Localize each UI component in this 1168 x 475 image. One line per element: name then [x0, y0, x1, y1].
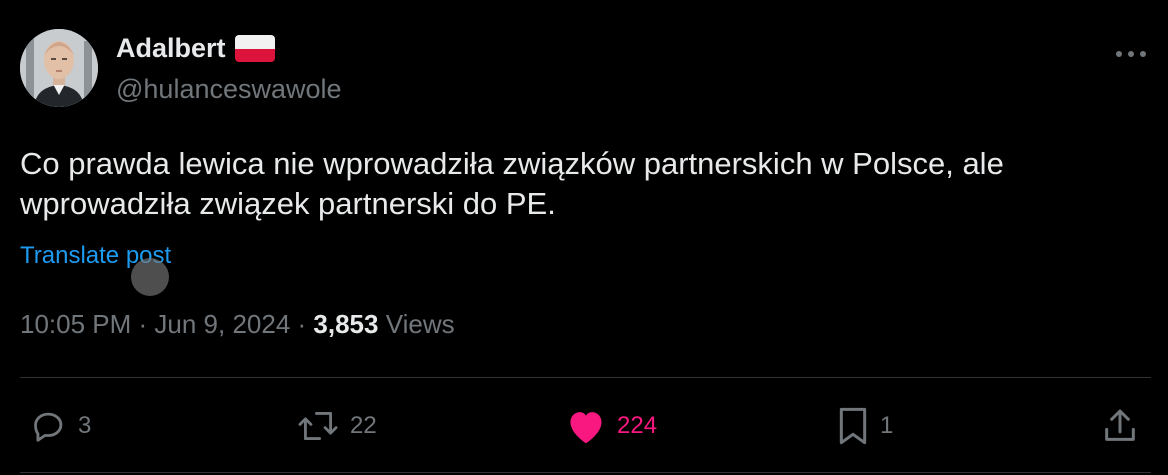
- post-text: Co prawda lewica nie wprowadziła związkó…: [20, 146, 1004, 221]
- post-date[interactable]: Jun 9, 2024: [154, 309, 290, 339]
- divider: [20, 472, 1151, 473]
- bookmark-icon: [836, 406, 870, 446]
- bookmark-count: 1: [880, 412, 894, 439]
- reply-button[interactable]: 3: [30, 400, 91, 452]
- post: Adalbert @hulanceswawole Co prawda lewic…: [0, 0, 1168, 475]
- share-button[interactable]: [1100, 400, 1140, 452]
- like-count: 224: [617, 412, 658, 439]
- author-display-name[interactable]: Adalbert: [116, 33, 226, 64]
- reply-icon: [30, 407, 68, 445]
- post-time[interactable]: 10:05 PM: [20, 309, 131, 339]
- post-meta: 10:05 PM · Jun 9, 2024 · 3,853 Views: [20, 309, 455, 340]
- like-button[interactable]: 224: [565, 400, 657, 452]
- poland-flag-icon: [234, 35, 275, 62]
- author-name[interactable]: Adalbert: [116, 33, 275, 64]
- reply-count: 3: [78, 412, 92, 439]
- bookmark-button[interactable]: 1: [836, 400, 893, 452]
- divider: [20, 377, 1151, 378]
- author-handle[interactable]: @hulanceswawole: [116, 74, 342, 105]
- more-options-icon[interactable]: [1114, 46, 1148, 57]
- heart-icon: [565, 407, 607, 445]
- meta-separator: ·: [131, 309, 155, 339]
- repost-icon: [296, 407, 340, 445]
- avatar[interactable]: [20, 29, 98, 107]
- meta-separator: ·: [290, 309, 314, 339]
- views-label: Views: [378, 309, 455, 339]
- touch-indicator: [131, 258, 169, 296]
- repost-count: 22: [350, 412, 377, 439]
- views-count: 3,853: [313, 309, 379, 339]
- share-icon: [1100, 406, 1140, 446]
- repost-button[interactable]: 22: [296, 400, 377, 452]
- action-bar: 3 22 224 1: [0, 400, 1168, 452]
